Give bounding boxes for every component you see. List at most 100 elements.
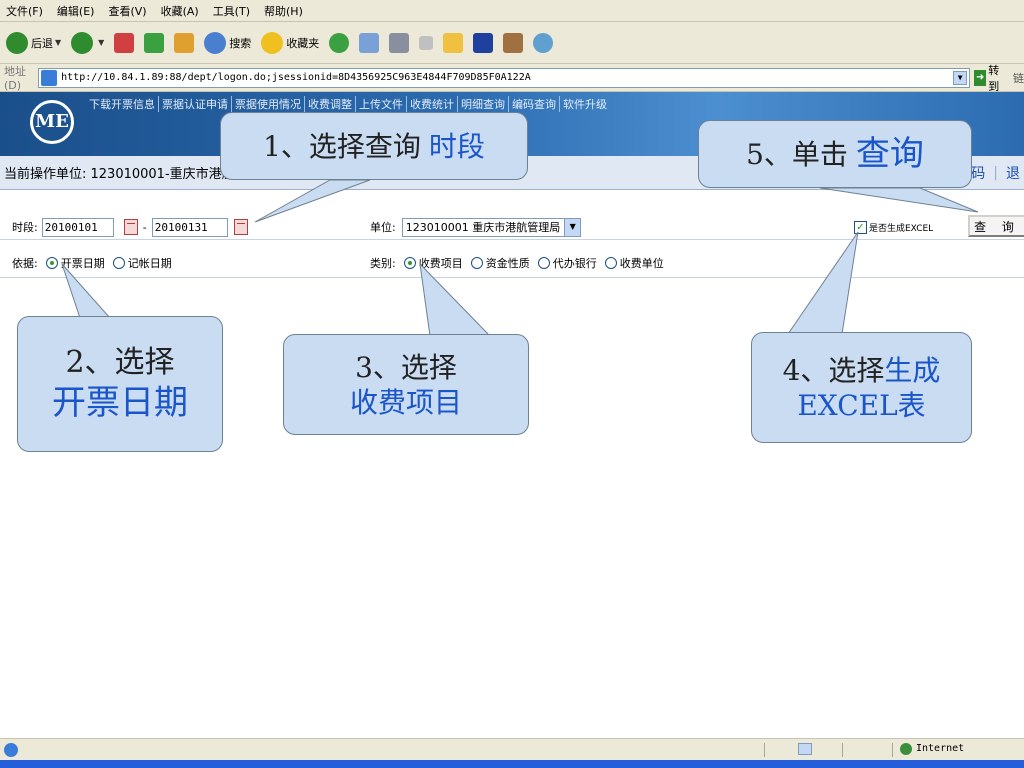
basis-option-invoice-date[interactable]: 开票日期 xyxy=(61,255,105,271)
menu-file[interactable]: 文件(F) xyxy=(6,3,43,19)
stop-icon[interactable] xyxy=(114,32,135,53)
menu-help[interactable]: 帮助(H) xyxy=(264,3,303,19)
logout-link[interactable]: 退 xyxy=(1002,163,1024,183)
research-icon[interactable] xyxy=(503,32,524,53)
refresh-icon[interactable] xyxy=(144,32,165,53)
callout-step-2: 2、选择 开票日期 xyxy=(17,316,223,452)
callout-3-text: 3、选择 xyxy=(355,350,457,384)
date-from-field[interactable]: 20100101 xyxy=(41,217,114,237)
query-button[interactable]: 查 询 xyxy=(968,215,1024,237)
unit-select-value: 123010001 重庆市港航管理局 xyxy=(405,221,561,234)
basis-option-booking-date[interactable]: 记帐日期 xyxy=(128,255,172,271)
callout-step-5: 5、单击 查询 xyxy=(698,120,972,188)
nav-upload[interactable]: 上传文件 xyxy=(355,96,406,112)
radio-fee-item[interactable] xyxy=(403,257,416,269)
category-option-fee-unit[interactable]: 收费单位 xyxy=(620,255,664,271)
star-icon xyxy=(261,31,284,54)
address-bar: 地址(D) http://10.84.1.89:88/dept/logon.do… xyxy=(0,62,1024,94)
nav-code-query[interactable]: 编码查询 xyxy=(508,96,559,112)
category-option-fund-nature[interactable]: 资金性质 xyxy=(486,255,530,271)
globe-icon xyxy=(900,743,912,755)
chevron-down-icon: ▼ xyxy=(564,218,581,236)
print-icon[interactable] xyxy=(389,32,410,53)
search-button[interactable]: 搜索 xyxy=(204,31,251,54)
url-text: http://10.84.1.89:88/dept/logon.do;jsess… xyxy=(61,72,531,83)
nav-upgrade[interactable]: 软件升级 xyxy=(559,96,610,112)
menu-tools[interactable]: 工具(T) xyxy=(213,3,250,19)
mail-icon[interactable] xyxy=(359,32,380,53)
users-icon[interactable] xyxy=(533,32,554,53)
callout-2-text: 2、选择 xyxy=(65,345,175,380)
leader-5 xyxy=(819,187,979,213)
go-label: 转到 xyxy=(988,63,1000,93)
back-arrow-icon xyxy=(6,31,28,54)
browser-toolbar: 后退 ▼ ▼ 搜索 收藏夹 xyxy=(0,22,1024,64)
taskbar xyxy=(0,760,1024,768)
address-label: 地址(D) xyxy=(4,65,26,92)
edit-icon[interactable] xyxy=(419,35,434,50)
unit-group: 单位: 123010001 重庆市港航管理局 ▼ xyxy=(370,216,582,238)
category-option-fee-item[interactable]: 收费项目 xyxy=(419,255,463,271)
callout-3-highlight: 收费项目 xyxy=(349,385,462,419)
callout-4-line-1: 4、选择生成 xyxy=(783,353,941,388)
menu-favorites[interactable]: 收藏(A) xyxy=(161,3,199,19)
category-option-agent-bank[interactable]: 代办银行 xyxy=(553,255,597,271)
forward-button[interactable]: ▼ xyxy=(71,31,104,54)
zone-label: Internet xyxy=(916,743,965,754)
chevron-down-icon[interactable]: ▼ xyxy=(953,70,968,85)
unit-label: 单位: xyxy=(370,221,396,234)
excel-group: ✓ 是否生成EXCEL xyxy=(854,216,933,238)
radio-fund-nature[interactable] xyxy=(470,257,483,269)
links-label[interactable]: 链 xyxy=(1013,70,1024,86)
logo: ME xyxy=(30,100,74,144)
calendar-icon[interactable] xyxy=(123,219,138,235)
menu-view[interactable]: 查看(V) xyxy=(108,3,146,19)
nav-fee-stats[interactable]: 收费统计 xyxy=(406,96,457,112)
back-label: 后退 xyxy=(31,36,53,50)
operator-links: 码 | 退 xyxy=(967,156,1024,190)
callout-2-highlight: 开票日期 xyxy=(52,382,188,423)
status-divider xyxy=(764,743,765,757)
nav-detail-query[interactable]: 明细查询 xyxy=(457,96,508,112)
back-button[interactable]: 后退 ▼ xyxy=(6,31,62,54)
messenger-icon[interactable] xyxy=(473,32,494,53)
query-row-1: 时段: 20100101 - 20100131 单位: 123010001 重庆… xyxy=(0,212,1024,240)
callout-5-text: 5、单击 xyxy=(746,137,848,171)
home-icon[interactable] xyxy=(174,32,195,53)
page-icon xyxy=(41,69,58,86)
callout-step-4: 4、选择生成 EXCEL表 xyxy=(751,332,972,443)
nav-download-invoice[interactable]: 下载开票信息 xyxy=(86,96,158,112)
nav-fee-adjust[interactable]: 收费调整 xyxy=(304,96,355,112)
callout-step-3: 3、选择 收费项目 xyxy=(283,334,529,435)
date-to-field[interactable]: 20100131 xyxy=(151,217,228,237)
divider: | xyxy=(993,165,998,181)
nav-ticket-auth[interactable]: 票据认证申请 xyxy=(158,96,231,112)
forward-arrow-icon xyxy=(71,31,94,54)
radio-fee-unit[interactable] xyxy=(604,257,617,269)
calendar-icon[interactable] xyxy=(233,219,248,235)
excel-label: 是否生成EXCEL xyxy=(869,223,934,234)
callout-4-highlight: 生成 xyxy=(884,353,941,387)
top-nav: 下载开票信息 票据认证申请 票据使用情况 收费调整 上传文件 收费统计 明细查询… xyxy=(86,96,610,112)
status-bar: Internet xyxy=(0,738,1024,760)
radio-agent-bank[interactable] xyxy=(537,257,550,269)
nav-ticket-usage[interactable]: 票据使用情况 xyxy=(231,96,304,112)
go-button[interactable]: ➜ 转到 xyxy=(974,62,1005,94)
status-divider xyxy=(842,743,843,757)
radio-booking-date[interactable] xyxy=(112,257,125,269)
callout-1-text: 1、选择查询 xyxy=(263,129,421,163)
callout-4-highlight-2: EXCEL表 xyxy=(797,388,926,422)
favorites-button[interactable]: 收藏夹 xyxy=(261,31,319,54)
radio-invoice-date[interactable] xyxy=(45,257,58,269)
folder-icon[interactable] xyxy=(443,32,464,53)
callout-4-text: 4、选择 xyxy=(782,353,885,387)
period-label: 时段: xyxy=(12,221,38,234)
history-icon[interactable] xyxy=(329,32,350,53)
chevron-down-icon: ▼ xyxy=(55,38,62,47)
unit-select[interactable]: 123010001 重庆市港航管理局 ▼ xyxy=(401,217,582,237)
callout-1-highlight: 时段 xyxy=(428,129,485,163)
menu-edit[interactable]: 编辑(E) xyxy=(57,3,95,19)
url-field[interactable]: http://10.84.1.89:88/dept/logon.do;jsess… xyxy=(38,67,971,88)
callout-step-1: 1、选择查询 时段 xyxy=(220,112,528,180)
excel-checkbox[interactable]: ✓ xyxy=(854,220,867,234)
